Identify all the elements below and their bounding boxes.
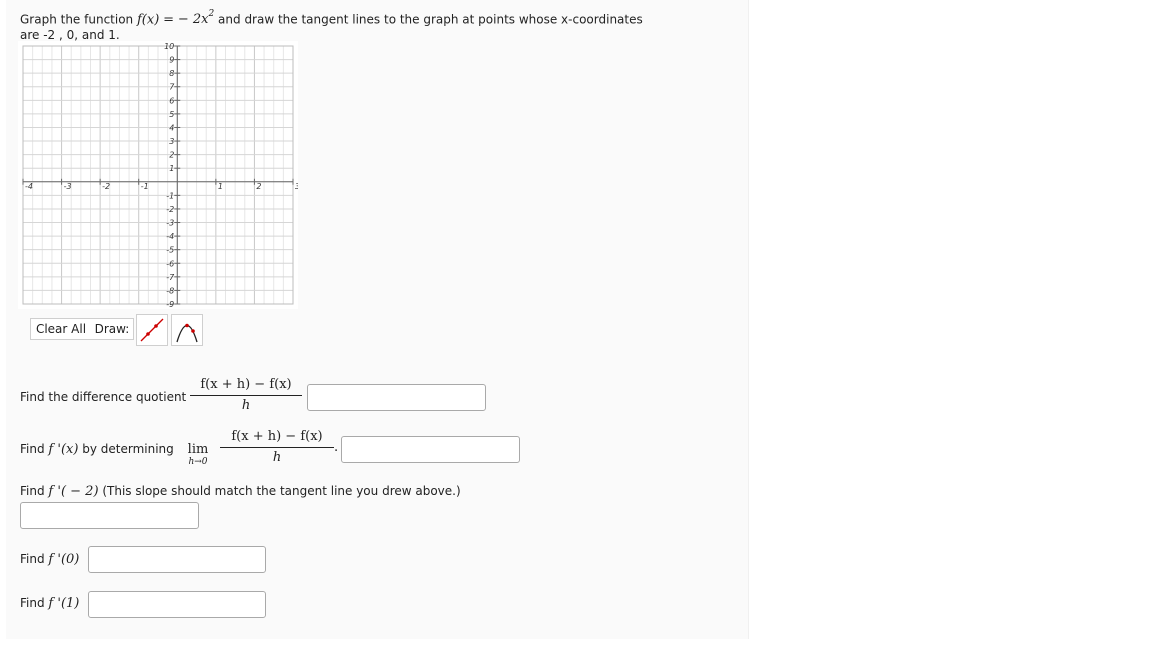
intro-suffix: and draw the tangent lines to the graph … [218, 12, 643, 27]
y-tick-label: 6 [169, 96, 174, 105]
line-icon-point [146, 332, 150, 336]
parabola-icon-curve [176, 324, 198, 343]
line-segment-icon [140, 318, 164, 342]
y-tick-label: -5 [166, 246, 174, 255]
x-tick-label: -4 [25, 182, 33, 191]
q3-expr: f '( − 2) [48, 484, 99, 499]
y-tick-label: -6 [166, 259, 174, 268]
draw-label: Draw: [91, 318, 134, 340]
q1-label: Find the difference quotient [20, 390, 187, 404]
y-tick-label: 5 [169, 110, 174, 119]
q3-prefix: Find [20, 484, 45, 498]
y-tick-label: 7 [169, 83, 175, 92]
y-tick-label: -3 [166, 219, 174, 228]
line-tool-button[interactable] [136, 314, 168, 346]
y-tick-label: -7 [166, 273, 175, 282]
parabola-tool-button[interactable] [171, 314, 203, 346]
parabola-icon [176, 323, 198, 343]
line-icon-point [154, 324, 158, 328]
dq-numerator: f(x + h) − f(x) [200, 377, 292, 392]
fprime-0-input[interactable] [88, 546, 266, 573]
intro-line-2: are -2 , 0, and 1. [20, 28, 120, 42]
y-tick-label: -2 [166, 205, 174, 214]
x-tick-label: -2 [102, 182, 110, 191]
q4-expr: f '(0) [48, 552, 80, 567]
fprime-1-input[interactable] [88, 591, 266, 618]
q5-expr: f '(1) [48, 596, 80, 611]
q3-label: Find f '( − 2) (This slope should match … [20, 484, 461, 499]
clear-all-button[interactable]: Clear All [30, 318, 92, 340]
y-tick-label: -8 [166, 286, 174, 295]
q5-label: Find f '(1) [20, 596, 79, 611]
x-tick-label: 2 [256, 182, 261, 191]
q2-prefix: Find [20, 442, 45, 456]
y-tick-label: 2 [169, 151, 174, 160]
y-tick-label: -1 [166, 191, 174, 200]
function-rhs: − 2x2 [177, 9, 215, 28]
y-tick-label: 10 [164, 42, 174, 51]
y-tick-label: 3 [169, 137, 174, 146]
y-tick-label: -4 [166, 232, 174, 241]
dq-denominator: h [241, 398, 251, 413]
limit-operator: lim h→0 [184, 442, 212, 467]
line-icon-stroke [140, 318, 164, 342]
y-tick-label: 9 [169, 56, 174, 65]
equals-sign: = [163, 12, 175, 28]
y-tick-label: 4 [169, 123, 174, 132]
x-tick-label: -3 [64, 182, 72, 191]
y-tick-label: 1 [169, 164, 174, 173]
y-tick-label: -9 [166, 300, 174, 309]
intro-prefix: Graph the function [20, 12, 134, 27]
q3-suffix: (This slope should match the tangent lin… [102, 484, 461, 498]
q2-fprime: f '(x) [48, 442, 79, 457]
y-tick-label: 8 [169, 69, 174, 78]
graph-canvas[interactable]: -4 -3 -2 -1 1 2 3 10 9 8 7 6 5 4 3 2 1 -1 -2 -3 -4 -5 -6 -7 -8 -9 [18, 41, 298, 309]
function-rhs-base: − 2x [177, 12, 209, 28]
x-tick-label: 1 [218, 182, 223, 191]
limit-denominator: h [272, 450, 282, 465]
problem-statement: Graph the function f(x) = − 2x2 and draw… [20, 9, 643, 28]
limit-fraction-bar [220, 447, 334, 448]
dq-fraction-bar [190, 395, 302, 396]
x-tick-label: 3 [295, 182, 298, 191]
parabola-icon-point [191, 329, 195, 333]
q2-mid: by determining [82, 442, 174, 456]
q2-period: . [334, 440, 339, 455]
lim-word: lim [187, 442, 209, 457]
difference-quotient-fraction: f(x + h) − f(x) h [190, 377, 302, 413]
parabola-icon-vertex [185, 323, 189, 328]
q5-prefix: Find [20, 596, 45, 610]
lim-subscript: h→0 [188, 457, 208, 467]
q4-label: Find f '(0) [20, 552, 79, 567]
limit-numerator: f(x + h) − f(x) [231, 429, 323, 444]
fprime-x-input[interactable] [341, 436, 520, 463]
x-tick-label: -1 [141, 182, 149, 191]
q4-prefix: Find [20, 552, 45, 566]
q2-label: Find f '(x) by determining [20, 442, 174, 457]
difference-quotient-input[interactable] [307, 384, 486, 411]
function-lhs: f(x) [136, 12, 160, 28]
fprime-minus2-input[interactable] [20, 502, 199, 529]
limit-fraction: f(x + h) − f(x) h [220, 429, 334, 465]
function-exponent: 2 [208, 9, 215, 19]
